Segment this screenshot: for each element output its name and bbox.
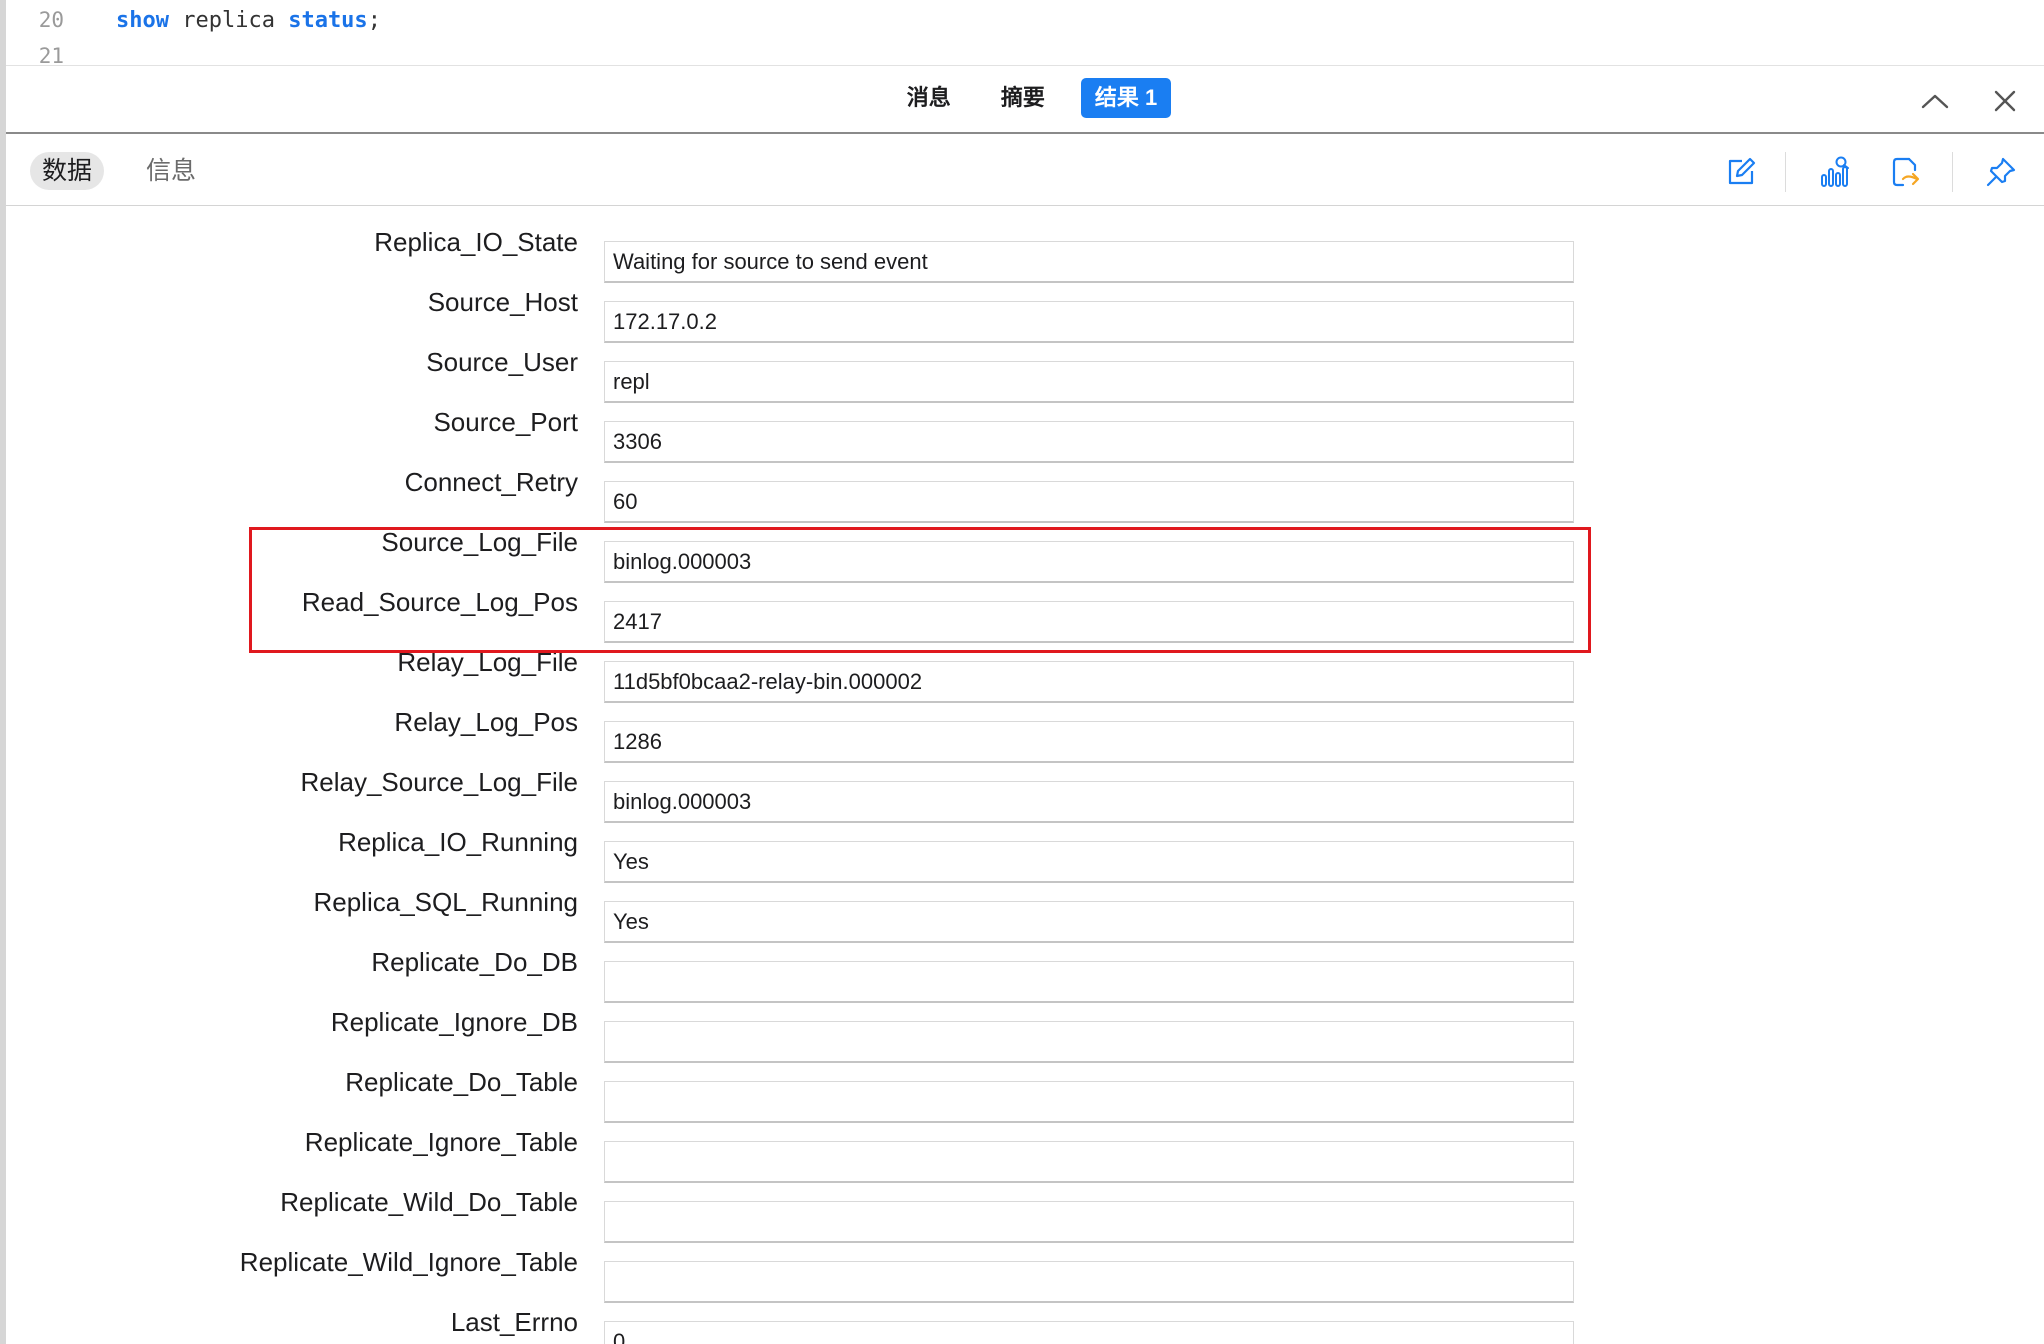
chevron-up-icon[interactable] [1918,84,1952,118]
field-label: Source_User [426,347,578,377]
form-row: Source_User repl [6,327,2044,403]
field-value[interactable]: 0 [604,1321,1574,1344]
form-row: Replicate_Do_DB [6,927,2044,1003]
form-row: Relay_Log_Pos 1286 [6,687,2044,763]
pin-icon[interactable] [1982,153,2020,191]
field-label: Replicate_Ignore_DB [330,1007,578,1037]
close-icon[interactable] [1988,84,2022,118]
form-row: Replicate_Ignore_DB [6,987,2044,1063]
sql-text: ; [367,7,381,33]
result-tabs: 消息 摘要 结果 1 [6,78,2044,118]
tab-info[interactable]: 信息 [134,152,208,190]
field-label: Replicate_Wild_Do_Table [280,1187,578,1217]
field-label: Replicate_Do_DB [371,947,578,977]
field-label: Relay_Source_Log_File [300,767,578,797]
field-label: Relay_Log_Pos [394,707,578,737]
field-label: Replica_SQL_Running [313,887,578,917]
form-row: Source_Host 172.17.0.2 [6,267,2044,343]
sql-keyword: status [288,7,368,33]
result-tab-bar: 消息 摘要 结果 1 [6,66,2044,134]
field-label: Replicate_Wild_Ignore_Table [239,1247,578,1277]
form-row: Replica_IO_State Waiting for source to se… [6,207,2044,283]
view-toolbar: 数据 信息 [6,134,2044,206]
form-row: Replicate_Wild_Ignore_Table [6,1227,2044,1303]
sql-text: replica [168,7,289,33]
field-label: Last_Errno [450,1307,578,1337]
sql-keyword: show [116,7,169,33]
form-row: Replicate_Do_Table [6,1047,2044,1123]
field-label: Source_Log_File [381,527,578,557]
form-row: Source_Log_File binlog.000003 [6,507,2044,583]
form-row: Connect_Retry 60 [6,447,2044,523]
tab-messages[interactable]: 消息 [893,78,965,118]
record-form: Replica_IO_State Waiting for source to se… [6,207,2044,1344]
edit-icon[interactable] [1722,153,1760,191]
line-number: 21 [38,44,64,66]
field-label: Relay_Log_File [397,647,578,677]
form-row: Replica_IO_Running Yes [6,807,2044,883]
code-line[interactable]: 21 [6,38,64,66]
field-label: Connect_Retry [404,467,578,497]
field-label: Source_Host [427,287,578,317]
toolbar-divider [1952,152,1953,192]
code-line[interactable]: 20 show replica status; [6,2,381,38]
field-label: Replica_IO_Running [338,827,578,857]
sql-editor[interactable]: 20 show replica status; 21 [6,0,2044,66]
field-label: Replica_IO_State [374,227,578,257]
chart-search-icon[interactable] [1817,153,1855,191]
tab-result-1[interactable]: 结果 1 [1080,78,1172,118]
form-row: Relay_Log_File 11d5bf0bcaa2-relay-bin.000… [6,627,2044,703]
tab-summary[interactable]: 摘要 [987,78,1059,118]
export-icon[interactable] [1887,153,1925,191]
form-row: Source_Port 3306 [6,387,2044,463]
form-row: Last_Errno 0 [6,1287,2044,1344]
form-row: Replicate_Ignore_Table [6,1107,2044,1183]
form-row: Relay_Source_Log_File binlog.000003 [6,747,2044,823]
field-label: Source_Port [433,407,578,437]
form-row: Read_Source_Log_Pos 2417 [6,567,2044,643]
field-label: Read_Source_Log_Pos [301,587,578,617]
toolbar-divider [1785,152,1786,192]
form-row: Replica_SQL_Running Yes [6,867,2044,943]
tab-data[interactable]: 数据 [30,152,105,190]
field-label: Replicate_Ignore_Table [304,1127,578,1157]
line-number: 20 [38,8,64,32]
form-row: Replicate_Wild_Do_Table [6,1167,2044,1243]
field-label: Replicate_Do_Table [345,1067,578,1097]
code-text[interactable]: show replica status; [116,8,381,33]
